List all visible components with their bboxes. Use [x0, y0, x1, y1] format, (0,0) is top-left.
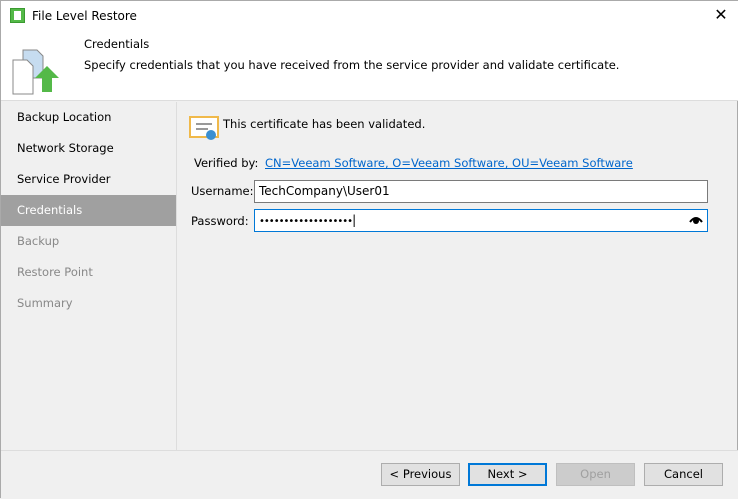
verified-by-label: Verified by:	[194, 156, 259, 170]
app-icon	[10, 8, 25, 23]
step-backup: Backup	[17, 234, 60, 248]
wizard-steps: Backup Location Network Storage Service …	[1, 102, 177, 450]
certificate-seal-icon	[206, 130, 216, 140]
verified-by-link[interactable]: CN=Veeam Software, O=Veeam Software, OU=…	[265, 156, 633, 170]
next-button[interactable]: Next >	[468, 463, 547, 486]
certificate-status: This certificate has been validated.	[223, 117, 426, 131]
username-label: Username:	[191, 184, 254, 198]
previous-button[interactable]: < Previous	[381, 463, 460, 486]
password-value: •••••••••••••••••••	[259, 216, 353, 227]
close-button[interactable]: ✕	[711, 5, 731, 24]
page-title: Credentials	[84, 37, 150, 51]
step-restore-point: Restore Point	[17, 265, 93, 279]
window-title: File Level Restore	[32, 9, 137, 23]
open-button: Open	[556, 463, 635, 486]
dialog-window: File Level Restore ✕ Credentials Specify…	[0, 0, 738, 499]
password-input[interactable]: •••••••••••••••••••|	[254, 209, 708, 232]
step-credentials[interactable]: Credentials	[1, 195, 176, 226]
username-input[interactable]: TechCompany\User01	[254, 180, 708, 203]
wizard-footer: < Previous Next > Open Cancel	[1, 450, 738, 499]
step-backup-location[interactable]: Backup Location	[1, 102, 176, 133]
step-service-provider[interactable]: Service Provider	[1, 164, 176, 195]
password-label: Password:	[191, 214, 249, 228]
step-summary: Summary	[17, 296, 73, 310]
file-restore-icon	[12, 49, 59, 95]
title-bar: File Level Restore ✕	[1, 1, 738, 32]
step-network-storage[interactable]: Network Storage	[1, 133, 176, 164]
page-description: Specify credentials that you have receiv…	[84, 58, 620, 72]
wizard-header: Credentials Specify credentials that you…	[1, 32, 738, 101]
credentials-panel: This certificate has been validated. Ver…	[178, 102, 737, 450]
cancel-button[interactable]: Cancel	[644, 463, 723, 486]
show-password-eye-icon[interactable]	[689, 214, 703, 224]
